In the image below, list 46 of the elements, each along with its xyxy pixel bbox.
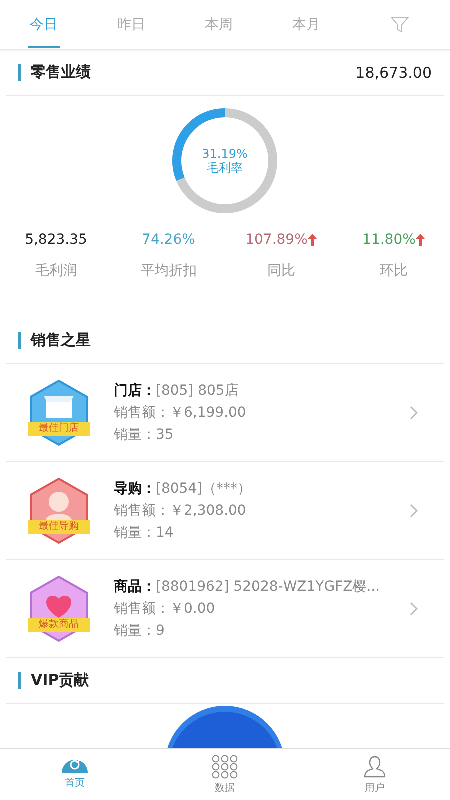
star-row[interactable]: 爆款商品 商品：[8801962] 52028-WZ1YGFZ樱... 销售额：￥0.00 销量：9	[6, 560, 444, 658]
total-value: 18,673.00	[356, 64, 432, 82]
chevron-right-icon	[410, 504, 418, 518]
grid-icon	[211, 754, 239, 778]
sales-amount: 销售额：￥2,308.00	[114, 502, 248, 520]
metric-label: 平均折扣	[140, 262, 197, 280]
star-name: 导购：[8054]（***）	[114, 480, 253, 498]
section-marker	[18, 64, 21, 81]
metric-label: 同比	[267, 262, 296, 280]
gauge-label: 毛利率	[207, 161, 243, 176]
nav-item[interactable]: 首页	[0, 749, 150, 800]
star-row[interactable]: 最佳导购 导购：[8054]（***） 销售额：￥2,308.00 销量：14	[6, 462, 444, 560]
tab[interactable]: 本周	[175, 0, 263, 49]
filter-icon[interactable]	[391, 16, 410, 32]
section-marker	[18, 332, 21, 349]
badge-ribbon: 最佳导购	[28, 520, 90, 534]
user-icon	[363, 754, 387, 778]
star-row[interactable]: 最佳门店 门店：[805] 805店 销售额：￥6,199.00 销量：35	[6, 364, 444, 462]
metric-value: 5,823.35	[25, 232, 88, 248]
metric-value: 11.80%	[362, 232, 416, 248]
star-name: 商品：[8801962] 52028-WZ1YGFZ樱...	[114, 578, 382, 596]
metric-value: 74.26%	[142, 232, 196, 248]
nav-item[interactable]: 用户	[300, 749, 450, 800]
sales-amount: 销售额：￥6,199.00	[114, 404, 248, 422]
sales-amount: 销售额：￥0.00	[114, 600, 216, 618]
section-title: 零售业绩	[31, 63, 91, 82]
badge-ribbon: 爆款商品	[28, 618, 90, 632]
tab[interactable]: 昨日	[88, 0, 176, 49]
sales-quantity: 销量：14	[114, 524, 175, 542]
nav-item[interactable]: 数据	[150, 749, 300, 800]
gauge-value: 31.19%	[202, 146, 248, 161]
sales-quantity: 销量：35	[114, 426, 175, 444]
section-title: 销售之星	[31, 331, 91, 350]
metric-label: 环比	[380, 262, 408, 280]
sales-quantity: 销量：9	[114, 622, 166, 640]
speedometer-icon	[61, 759, 89, 774]
tab[interactable]: 本月	[262, 0, 350, 49]
section-marker	[18, 672, 21, 689]
tab[interactable]: 今日	[0, 0, 88, 49]
metric-value: 107.89%	[246, 232, 308, 248]
chevron-right-icon	[410, 602, 418, 616]
star-name: 门店：[805] 805店	[114, 382, 240, 400]
badge-ribbon: 最佳门店	[28, 422, 90, 436]
section-title: VIP贡献	[31, 671, 90, 690]
chevron-right-icon	[410, 406, 418, 420]
metric-label: 毛利润	[35, 262, 78, 280]
